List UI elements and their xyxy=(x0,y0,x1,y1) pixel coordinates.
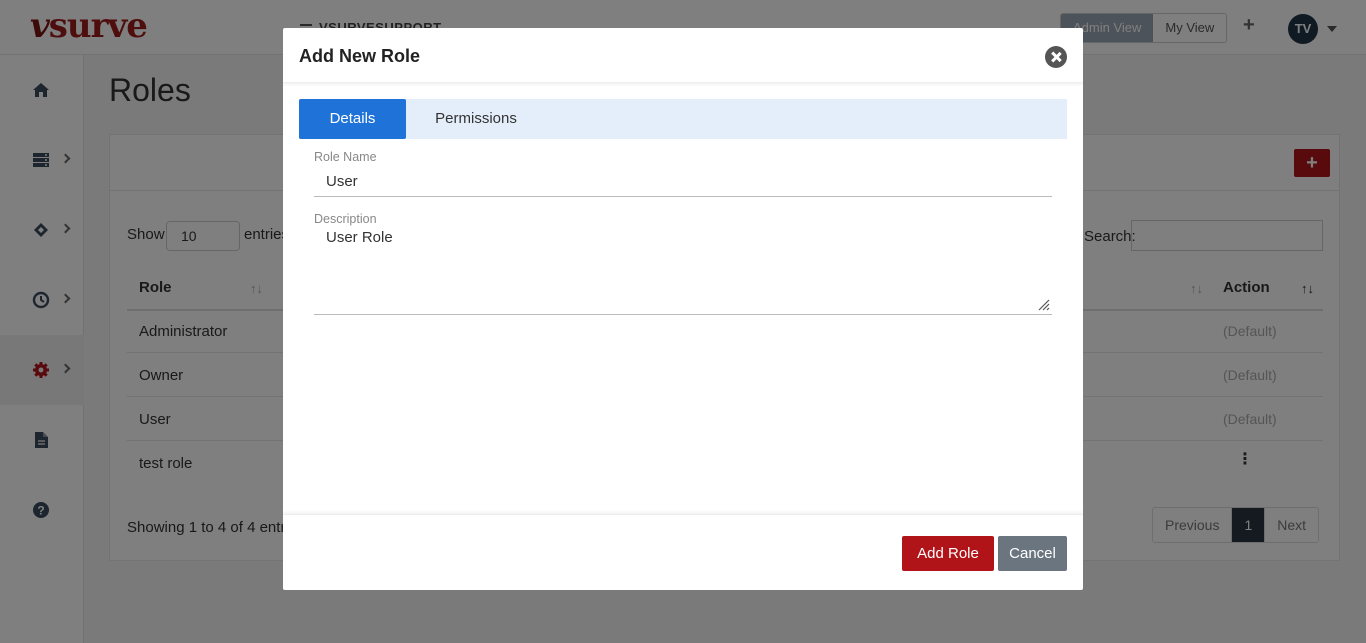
description-label: Description xyxy=(314,212,377,226)
modal-tabs: Details Permissions xyxy=(299,99,1067,139)
close-icon[interactable] xyxy=(1045,46,1067,68)
cancel-button[interactable]: Cancel xyxy=(998,536,1067,571)
description-textarea[interactable]: User Role xyxy=(314,229,1052,315)
role-name-input[interactable] xyxy=(314,167,1052,197)
tab-permissions[interactable]: Permissions xyxy=(406,99,546,139)
add-role-submit-button[interactable]: Add Role xyxy=(902,536,994,571)
modal-footer: Add Role Cancel xyxy=(283,514,1083,590)
modal-header: Add New Role xyxy=(283,28,1083,83)
resize-grip-icon[interactable] xyxy=(1037,298,1050,311)
tab-details[interactable]: Details xyxy=(299,99,406,139)
role-name-label: Role Name xyxy=(314,150,377,164)
add-role-modal: Add New Role Details Permissions Role Na… xyxy=(283,28,1083,590)
modal-title: Add New Role xyxy=(299,46,421,66)
